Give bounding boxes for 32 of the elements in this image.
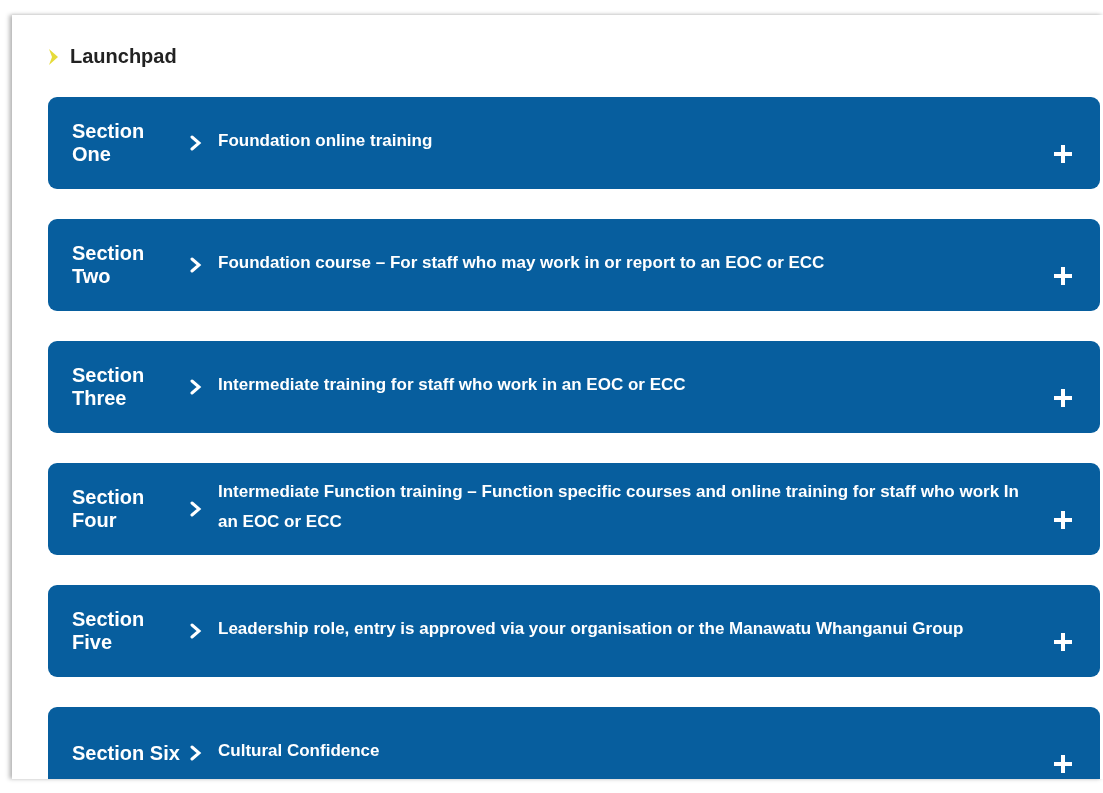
section-label: Section Four	[72, 486, 146, 532]
accordion-header[interactable]: Section Four Intermediate Function training – Function specific courses and online training for staff who work In an EOC or ECC	[48, 463, 1100, 555]
chevron-icon	[190, 501, 202, 517]
accordion-header[interactable]: Section One Foundation online training	[48, 97, 1100, 189]
section-title: Cultural Confidence	[218, 740, 381, 762]
plus-icon[interactable]	[1054, 511, 1072, 529]
accordion-header[interactable]: Section Six Cultural Confidence	[48, 707, 1100, 779]
section-label: Section Two	[72, 242, 146, 288]
section-title: Foundation online training	[218, 130, 434, 152]
plus-icon[interactable]	[1054, 267, 1072, 285]
plus-icon[interactable]	[1054, 755, 1072, 773]
section-title: Foundation course – For staff who may work in or report to an EOC or ECC	[218, 252, 826, 274]
chevron-icon	[190, 745, 202, 761]
section-title: Leadership role, entry is approved via your organisation or the Manawatu Whanganui Group	[218, 618, 965, 640]
section-title: Intermediate training for staff who work in an EOC or ECC	[218, 374, 687, 396]
section-label: Section One	[72, 120, 146, 166]
section-label: Section Six	[72, 741, 181, 765]
chevron-icon	[190, 135, 202, 151]
page-title: Launchpad	[70, 45, 177, 68]
plus-icon[interactable]	[1054, 389, 1072, 407]
chevron-icon	[190, 379, 202, 395]
chevron-icon	[48, 47, 60, 66]
accordion-header[interactable]: Section Five Leadership role, entry is approved via your organisation or the Manawatu Whanganui Group	[48, 585, 1100, 677]
chevron-icon	[190, 623, 202, 639]
plus-icon[interactable]	[1054, 633, 1072, 651]
section-label: Section Five	[72, 608, 146, 654]
section-title: Intermediate Function training – Function specific courses and online training for staff who work In an EOC or ECC	[218, 481, 1020, 533]
accordion-header[interactable]: Section Three Intermediate training for staff who work in an EOC or ECC	[48, 341, 1100, 433]
accordion-header[interactable]: Section Two Foundation course – For staff who may work in or report to an EOC or ECC	[48, 219, 1100, 311]
plus-icon[interactable]	[1054, 145, 1072, 163]
section-label: Section Three	[72, 364, 146, 410]
chevron-icon	[190, 257, 202, 273]
